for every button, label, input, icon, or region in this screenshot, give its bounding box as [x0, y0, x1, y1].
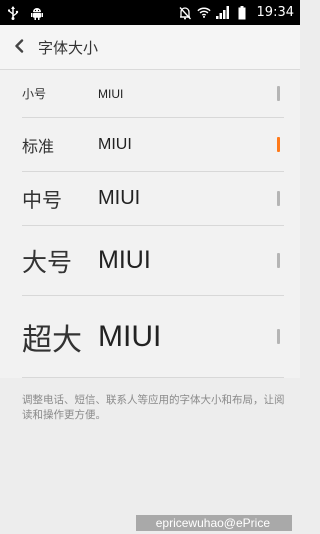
option-label: 中号	[22, 188, 62, 212]
option-sample: MIUI	[98, 319, 162, 353]
status-bar: 19:34	[0, 0, 300, 25]
selection-indicator	[277, 191, 280, 206]
option-sample: MIUI	[98, 135, 132, 153]
title-bar: 字体大小	[0, 25, 300, 70]
option-sample: MIUI	[98, 187, 141, 209]
status-time: 19:34	[256, 5, 294, 20]
wifi-icon	[196, 6, 211, 20]
selection-indicator	[277, 329, 280, 344]
usb-icon	[6, 5, 20, 20]
watermark: epricewuhao@ePrice	[135, 515, 292, 531]
option-label: 小号	[22, 87, 47, 101]
font-size-option-standard[interactable]: 标准 MIUI	[22, 118, 284, 172]
font-size-option-extra-large[interactable]: 超大 MIUI	[22, 296, 284, 378]
font-size-list: 小号 MIUI 标准 MIUI 中号 MIUI 大号 MIUI 超大 MIUI	[0, 70, 300, 378]
page-title: 字体大小	[38, 38, 99, 57]
selection-indicator	[277, 137, 280, 152]
battery-icon	[235, 5, 249, 20]
option-sample: MIUI	[98, 246, 151, 274]
back-button[interactable]	[0, 25, 38, 70]
option-label: 超大	[22, 322, 82, 358]
font-size-option-medium[interactable]: 中号 MIUI	[22, 172, 284, 226]
selection-indicator	[277, 86, 280, 101]
font-size-option-large[interactable]: 大号 MIUI	[22, 226, 284, 296]
option-label: 标准	[22, 136, 55, 156]
alarm-off-icon	[178, 6, 192, 20]
option-label: 大号	[22, 247, 73, 277]
description-text: 调整电话、短信、联系人等应用的字体大小和布局，让阅读和操作更方便。	[22, 394, 285, 421]
back-arrow-icon	[14, 38, 24, 57]
font-size-option-small[interactable]: 小号 MIUI	[22, 70, 284, 118]
signal-icon	[215, 6, 230, 20]
option-sample: MIUI	[98, 86, 124, 101]
selection-indicator	[277, 253, 280, 268]
android-debug-icon	[30, 6, 44, 20]
